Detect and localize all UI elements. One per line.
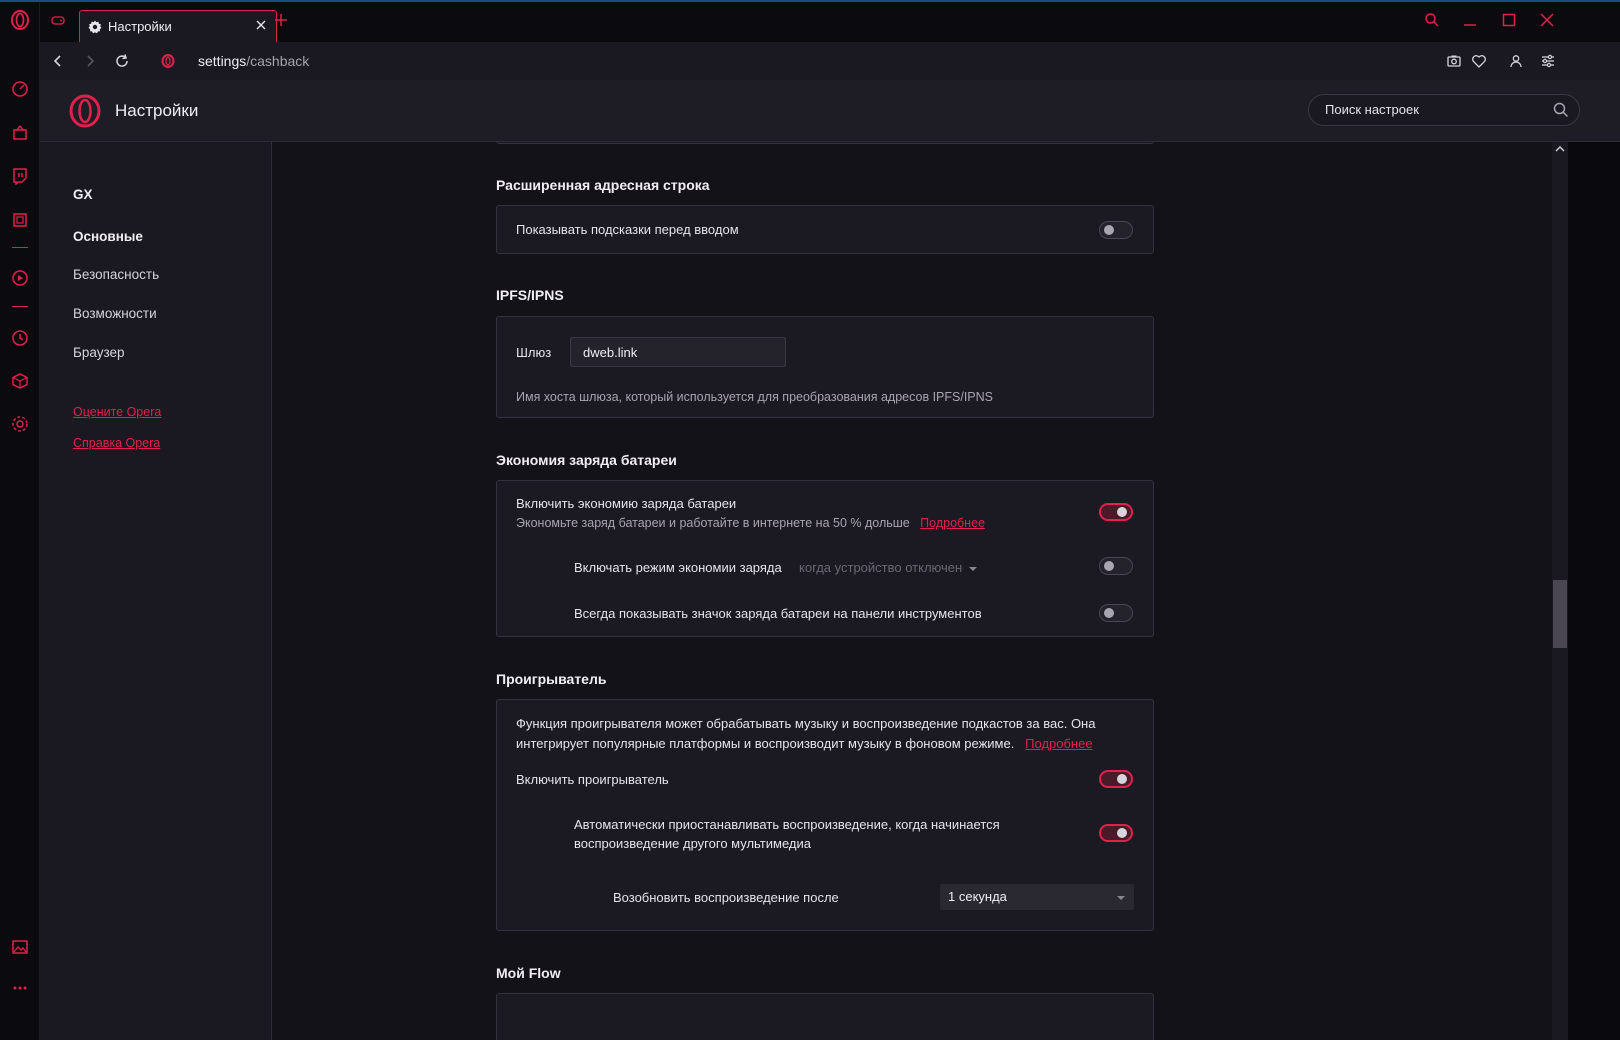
tab-title: Настройки — [108, 19, 172, 34]
settings-gear-icon[interactable] — [8, 412, 32, 436]
show-hints-toggle[interactable] — [1099, 221, 1133, 239]
profile-icon[interactable] — [1506, 51, 1526, 71]
player-more-link[interactable]: Подробнее — [1025, 736, 1092, 751]
card-address-bar: Показывать подсказки перед вводом — [496, 205, 1154, 254]
battery-desc-text: Экономьте заряд батареи и работайте в ин… — [516, 516, 910, 530]
settings-navigation: GX Основные Безопасность Возможности Бра… — [40, 142, 272, 1040]
snapshot-icon[interactable] — [1444, 51, 1464, 71]
player-enable-label: Включить проигрыватель — [516, 772, 669, 787]
player-enable-toggle[interactable] — [1099, 770, 1133, 788]
rail-separator — [12, 306, 28, 307]
tab-close-icon[interactable] — [254, 18, 268, 32]
tab-islands-icon[interactable] — [8, 208, 32, 232]
rate-opera-link[interactable]: Оцените Opera — [73, 405, 161, 419]
forward-button[interactable] — [80, 51, 100, 71]
resume-select-value: 1 секунда — [948, 889, 1007, 904]
opera-gx-window: Настройки settings/cashback Настройки По… — [0, 0, 1620, 1040]
address-bar: settings/cashback — [40, 42, 1620, 80]
reload-button[interactable] — [112, 51, 132, 71]
tab-settings[interactable]: Настройки — [79, 10, 277, 42]
back-button[interactable] — [48, 51, 68, 71]
settings-header: Настройки — [40, 80, 1620, 142]
gateway-label: Шлюз — [516, 345, 552, 360]
opera-help-link[interactable]: Справка Opera — [73, 436, 160, 450]
player-desc-text: интегрирует популярные платформы и воспр… — [516, 736, 1015, 751]
section-title-battery: Экономия заряда батареи — [496, 452, 677, 468]
nav-item-features[interactable]: Возможности — [73, 306, 157, 321]
rail-separator — [12, 247, 28, 248]
gx-control-icon[interactable] — [8, 76, 32, 100]
maximize-button[interactable] — [1499, 10, 1519, 30]
battery-mode-toggle[interactable] — [1099, 557, 1133, 575]
battery-mode-caret-icon — [969, 567, 977, 571]
search-tabs-icon[interactable] — [1422, 10, 1442, 30]
battery-mode-select[interactable]: когда устройство отключено — [791, 557, 977, 583]
search-input[interactable] — [1325, 102, 1545, 117]
card-player: Функция проигрывателя может обрабатывать… — [496, 699, 1154, 931]
battery-enable-label: Включить экономию заряда батареи — [516, 496, 737, 511]
gx-corner-icon[interactable] — [8, 120, 32, 144]
battery-enable-description: Экономьте заряд батареи и работайте в ин… — [516, 516, 985, 530]
card-battery: Включить экономию заряда батареи Экономь… — [496, 480, 1154, 637]
extensions-icon[interactable] — [8, 369, 32, 393]
scrollbar-thumb[interactable] — [1553, 580, 1567, 648]
gateway-input[interactable] — [570, 337, 786, 367]
auto-pause-label-line1: Автоматически приостанавливать воспроизв… — [574, 817, 1000, 832]
battery-enable-toggle[interactable] — [1099, 503, 1133, 521]
new-tab-button[interactable] — [271, 10, 291, 30]
more-options-icon[interactable] — [8, 976, 32, 1000]
settings-content: Расширенная адресная строка Показывать п… — [272, 142, 1552, 1040]
opera-logo-icon — [69, 94, 101, 128]
settings-search[interactable] — [1308, 94, 1580, 126]
card-flow — [496, 993, 1154, 1040]
section-title-address-bar: Расширенная адресная строка — [496, 177, 710, 193]
easy-setup-icon[interactable] — [1538, 51, 1558, 71]
minimize-button[interactable] — [1460, 10, 1480, 30]
battery-icon-label: Всегда показывать значок заряда батареи … — [574, 606, 982, 621]
player-description-line1: Функция проигрывателя может обрабатывать… — [516, 716, 1096, 731]
page-title: Настройки — [115, 101, 199, 120]
resume-label: Возобновить воспроизведение после — [613, 890, 839, 905]
show-hints-label: Показывать подсказки перед вводом — [516, 222, 739, 237]
nav-item-basic[interactable]: Основные — [73, 229, 143, 244]
tab-gear-icon — [88, 20, 102, 34]
window-edge — [1568, 142, 1620, 1040]
opera-site-icon — [158, 51, 178, 71]
scroll-up-icon[interactable] — [1555, 145, 1565, 153]
twitch-icon[interactable] — [8, 164, 32, 188]
battery-mode-label: Включать режим экономии заряда — [574, 560, 782, 575]
section-title-ipfs: IPFS/IPNS — [496, 287, 564, 303]
browser-sidebar — [0, 0, 40, 1040]
resume-select[interactable]: 1 секунда — [940, 884, 1134, 910]
gamepad-icon[interactable] — [48, 10, 68, 30]
player-icon[interactable] — [8, 266, 32, 290]
card-ipfs: Шлюз Имя хоста шлюза, который использует… — [496, 316, 1154, 418]
auto-pause-toggle[interactable] — [1099, 824, 1133, 842]
section-title-flow: Мой Flow — [496, 965, 561, 981]
opera-menu-icon[interactable] — [8, 8, 32, 32]
battery-icon-toggle[interactable] — [1099, 604, 1133, 622]
search-icon[interactable] — [1553, 102, 1569, 118]
title-bar: Настройки — [0, 0, 1620, 42]
resume-caret-icon — [1117, 896, 1125, 900]
url-host: settings — [198, 53, 247, 69]
bookmark-heart-icon[interactable] — [1469, 51, 1489, 71]
battery-more-link[interactable]: Подробнее — [920, 516, 985, 530]
url-path: /cashback — [246, 53, 310, 69]
wallpaper-icon[interactable] — [8, 935, 32, 959]
gateway-description: Имя хоста шлюза, который используется дл… — [516, 390, 994, 404]
battery-mode-select-value: когда устройство отключено — [799, 560, 963, 575]
previous-card — [496, 142, 1154, 144]
nav-item-browser[interactable]: Браузер — [73, 345, 125, 360]
auto-pause-label-line2: воспроизведение другого мультимедиа — [574, 836, 811, 851]
nav-item-security[interactable]: Безопасность — [73, 267, 159, 282]
nav-item-gx[interactable]: GX — [73, 187, 93, 202]
section-title-player: Проигрыватель — [496, 671, 607, 687]
url-field[interactable]: settings/cashback — [198, 53, 309, 69]
player-description-line2: интегрирует популярные платформы и воспр… — [516, 736, 1093, 751]
close-window-button[interactable] — [1537, 10, 1557, 30]
history-icon[interactable] — [8, 326, 32, 350]
